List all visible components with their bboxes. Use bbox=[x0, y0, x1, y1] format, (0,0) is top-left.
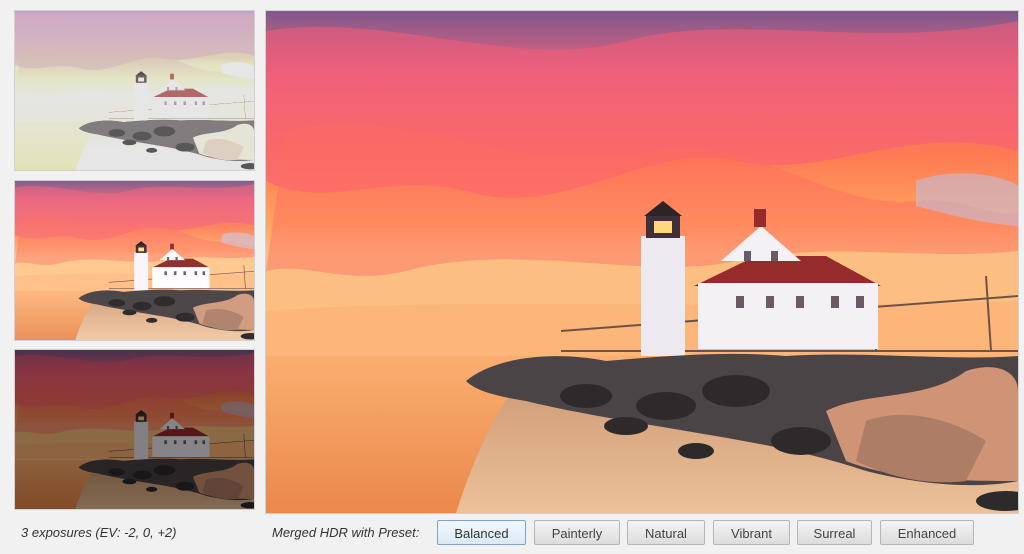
merged-hdr-preview bbox=[265, 10, 1019, 514]
exposure-thumbnail-0[interactable] bbox=[14, 180, 255, 341]
lighthouse-photo-normal bbox=[15, 181, 254, 340]
exposures-caption: 3 exposures (EV: -2, 0, +2) bbox=[21, 525, 177, 540]
exposure-thumbnail-minus-2[interactable] bbox=[14, 10, 255, 171]
lighthouse-photo-hdr bbox=[266, 11, 1018, 513]
preset-button-natural[interactable]: Natural bbox=[627, 520, 705, 545]
lighthouse-photo-overexposed bbox=[15, 11, 254, 170]
preset-button-painterly[interactable]: Painterly bbox=[534, 520, 620, 545]
preset-button-balanced[interactable]: Balanced bbox=[437, 520, 526, 545]
preset-button-vibrant[interactable]: Vibrant bbox=[713, 520, 790, 545]
lighthouse-photo-underexposed bbox=[15, 350, 254, 509]
preset-button-surreal[interactable]: Surreal bbox=[797, 520, 872, 545]
exposure-thumbnail-plus-2[interactable] bbox=[14, 349, 255, 510]
merged-hdr-caption: Merged HDR with Preset: bbox=[272, 525, 420, 540]
preset-button-enhanced[interactable]: Enhanced bbox=[880, 520, 974, 545]
